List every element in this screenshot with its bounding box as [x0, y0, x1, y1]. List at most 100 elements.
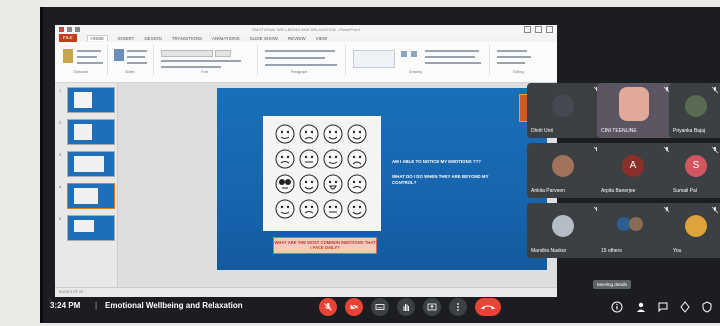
- ribbon-editing[interactable]: Editing: [493, 45, 549, 75]
- mic-off-icon: [711, 206, 719, 214]
- chat-icon: [658, 302, 668, 313]
- present-icon: [427, 303, 437, 311]
- participant-name: Dhriti Unit: [531, 128, 553, 134]
- participant-tile[interactable]: You: [669, 203, 720, 258]
- participant-name: Arpita Banerjee: [601, 188, 636, 194]
- group-label-drawing: Drawing: [409, 70, 422, 74]
- participant-name: Priyanka Bajaj: [673, 128, 705, 134]
- ppt-ribbon: Clipboard Slides Font Paragraph Drawing …: [55, 42, 557, 83]
- tab-animations[interactable]: ANIMATIONS: [212, 36, 240, 41]
- ppt-titlebar: EMOTIONAL WELLBEING AND RELAXATION - Pow…: [55, 25, 557, 34]
- slide-canvas: WHAT ARE THE MOST COMMON EMOTIONS THAT I…: [118, 83, 557, 288]
- group-label-editing: Editing: [513, 70, 524, 74]
- participant-tile[interactable]: S Sumali Pal: [669, 143, 720, 198]
- end-call-button[interactable]: [475, 298, 501, 316]
- raise-hand-button[interactable]: [397, 298, 415, 316]
- activities-icon: [680, 301, 690, 313]
- ppt-window-title: EMOTIONAL WELLBEING AND RELAXATION - Pow…: [252, 27, 360, 32]
- emoji-faces-grid: [275, 124, 367, 219]
- meeting-details-tooltip: Meeting details: [593, 280, 632, 289]
- participant-tile[interactable]: Ankita Parveen: [527, 143, 605, 198]
- captions-icon: [375, 304, 385, 310]
- slide-thumb-1[interactable]: 1: [59, 87, 115, 113]
- info-icon: [611, 301, 623, 313]
- participant-name: Sumali Pal: [673, 188, 697, 194]
- tab-slide-show[interactable]: SLIDE SHOW: [250, 36, 278, 41]
- ribbon-paragraph[interactable]: Paragraph: [261, 45, 346, 75]
- group-avatar: [629, 217, 643, 231]
- participant-name: You: [673, 248, 682, 254]
- slide-caption: WHAT ARE THE MOST COMMON EMOTIONS THAT I…: [273, 237, 377, 254]
- mic-off-icon: [324, 303, 332, 311]
- people-button[interactable]: [635, 300, 647, 312]
- tab-file[interactable]: FILE: [59, 34, 77, 42]
- avatar: [552, 215, 574, 237]
- people-icon: [637, 302, 645, 312]
- meeting-title: Emotional Wellbeing and Relaxation: [105, 301, 243, 310]
- mic-toggle-button[interactable]: [319, 298, 337, 316]
- avatar: [685, 95, 707, 117]
- slide-thumb-4[interactable]: 4: [59, 183, 115, 209]
- raise-hand-icon: [403, 304, 409, 311]
- activities-button[interactable]: [679, 300, 691, 313]
- tab-design[interactable]: DESIGN: [144, 36, 161, 41]
- captions-button[interactable]: [371, 298, 389, 316]
- end-call-icon: [481, 305, 495, 310]
- participant-tile[interactable]: 15 others: [597, 203, 675, 258]
- tab-transitions[interactable]: TRANSITIONS: [172, 36, 202, 41]
- participant-name: Ankita Parveen: [531, 188, 565, 194]
- group-label-slides: Slides: [125, 70, 135, 74]
- more-options-icon: [457, 303, 459, 311]
- mic-off-icon: [711, 86, 719, 94]
- avatar: [552, 95, 574, 117]
- participant-name: Mandira Naskar: [531, 248, 567, 254]
- participant-name: CINI TEENLINE: [601, 128, 637, 134]
- camera-toggle-button[interactable]: [345, 298, 363, 316]
- tab-insert[interactable]: INSERT: [118, 36, 134, 41]
- slide-thumb-5[interactable]: 5: [59, 215, 115, 241]
- slide-question-2: WHAT DO I DO WHEN THEY ARE BEYOND MY CON…: [392, 174, 489, 185]
- chat-button[interactable]: [657, 300, 669, 313]
- quick-access-toolbar: [59, 26, 99, 33]
- avatar: S: [685, 155, 707, 177]
- emotions-image: [263, 116, 381, 231]
- ribbon-font[interactable]: Font: [157, 45, 258, 75]
- host-controls-button[interactable]: [701, 300, 713, 313]
- ribbon-clipboard[interactable]: Clipboard: [59, 45, 108, 75]
- avatar: [552, 155, 574, 177]
- avatar: [685, 215, 707, 237]
- group-label-clipboard: Clipboard: [73, 70, 88, 74]
- slide-thumb-3[interactable]: 3: [59, 151, 115, 177]
- window-buttons: [524, 26, 553, 33]
- more-options-button[interactable]: [449, 298, 467, 316]
- present-button[interactable]: [423, 298, 441, 316]
- tab-review[interactable]: REVIEW: [288, 36, 306, 41]
- slide-thumb-2[interactable]: 2: [59, 119, 115, 145]
- participant-tile[interactable]: CINI TEENLINE: [597, 83, 675, 138]
- group-label-paragraph: Paragraph: [291, 70, 308, 74]
- ribbon-slides[interactable]: Slides: [111, 45, 154, 75]
- slide-thumbnails: 1 2 3 4 5: [55, 83, 118, 288]
- meet-window: EMOTIONAL WELLBEING AND RELAXATION - Pow…: [40, 7, 720, 323]
- ppt-tabs: FILE HOME INSERT DESIGN TRANSITIONS ANIM…: [55, 34, 557, 42]
- slide-question-1: AM I ABLE TO NOTICE MY EMOTIONS ???: [392, 159, 481, 164]
- video-feed: [619, 87, 649, 121]
- participant-tile[interactable]: A Arpita Banerjee: [597, 143, 675, 198]
- group-label-font: Font: [201, 70, 209, 74]
- participant-name: 15 others: [601, 248, 622, 254]
- participant-tile[interactable]: Dhriti Unit: [527, 83, 605, 138]
- tab-home[interactable]: HOME: [86, 35, 109, 41]
- meeting-separator: |: [95, 301, 98, 310]
- current-slide[interactable]: WHAT ARE THE MOST COMMON EMOTIONS THAT I…: [217, 88, 547, 270]
- meeting-control-bar: 3:24 PM | Emotional Wellbeing and Relaxa…: [43, 293, 720, 323]
- tab-view[interactable]: VIEW: [316, 36, 328, 41]
- avatar: A: [622, 155, 644, 177]
- participant-tile[interactable]: Mandira Naskar: [527, 203, 605, 258]
- mic-off-icon: [711, 146, 719, 154]
- participant-tile[interactable]: Priyanka Bajaj: [669, 83, 720, 138]
- host-controls-icon: [702, 301, 712, 313]
- shared-screen: EMOTIONAL WELLBEING AND RELAXATION - Pow…: [55, 25, 557, 297]
- meeting-details-button[interactable]: [611, 300, 623, 313]
- ribbon-drawing[interactable]: Drawing: [349, 45, 490, 75]
- camera-off-icon: [350, 303, 358, 311]
